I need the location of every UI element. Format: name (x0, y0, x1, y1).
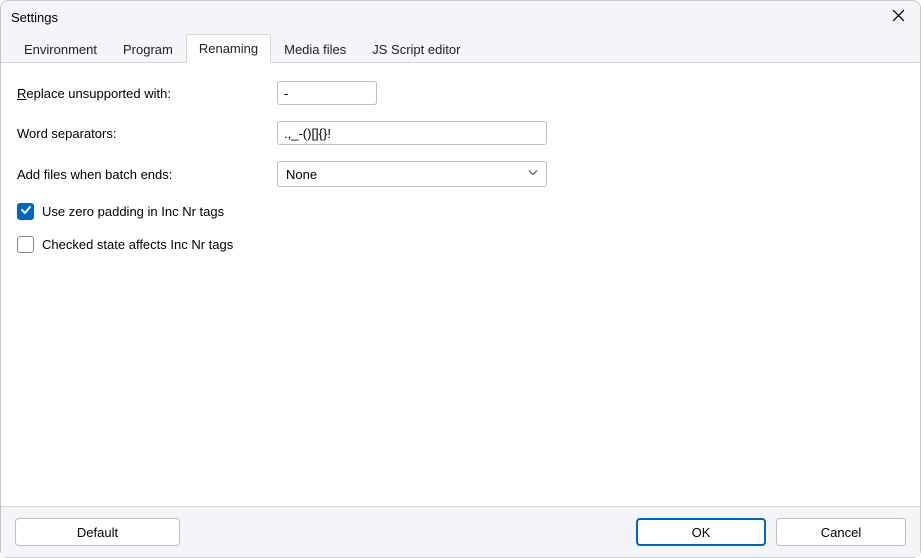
default-button[interactable]: Default (15, 518, 180, 546)
input-word-separators[interactable] (277, 121, 547, 145)
checkbox-checked-state[interactable] (17, 236, 34, 253)
label-replace-unsupported: Replace unsupported with: (17, 86, 277, 101)
tabstrip: Environment Program Renaming Media files… (1, 33, 920, 63)
titlebar: Settings (1, 1, 920, 33)
select-add-files-batch[interactable]: None (277, 161, 547, 187)
row-add-files-batch: Add files when batch ends: None (17, 161, 904, 187)
footer: Default OK Cancel (1, 507, 920, 557)
input-replace-unsupported[interactable] (277, 81, 377, 105)
tab-renaming[interactable]: Renaming (186, 34, 271, 63)
tab-environment[interactable]: Environment (11, 35, 110, 63)
checkbox-zero-padding[interactable] (17, 203, 34, 220)
close-icon (892, 9, 905, 25)
check-icon (20, 204, 32, 219)
label-checked-state[interactable]: Checked state affects Inc Nr tags (42, 237, 233, 252)
ok-button[interactable]: OK (636, 518, 766, 546)
label-add-files-batch: Add files when batch ends: (17, 167, 277, 182)
label-zero-padding[interactable]: Use zero padding in Inc Nr tags (42, 204, 224, 219)
close-button[interactable] (884, 3, 912, 31)
select-value: None (286, 167, 317, 182)
row-word-separators: Word separators: (17, 121, 904, 145)
window-title: Settings (11, 10, 58, 25)
tab-media-files[interactable]: Media files (271, 35, 359, 63)
tab-js-script-editor[interactable]: JS Script editor (359, 35, 473, 63)
row-replace-unsupported: Replace unsupported with: (17, 81, 904, 105)
row-checked-state: Checked state affects Inc Nr tags (17, 236, 904, 253)
row-zero-padding: Use zero padding in Inc Nr tags (17, 203, 904, 220)
tab-program[interactable]: Program (110, 35, 186, 63)
settings-window: Settings Environment Program Renaming Me… (0, 0, 921, 558)
label-word-separators: Word separators: (17, 126, 277, 141)
tab-content-renaming: Replace unsupported with: Word separator… (1, 63, 920, 507)
cancel-button[interactable]: Cancel (776, 518, 906, 546)
